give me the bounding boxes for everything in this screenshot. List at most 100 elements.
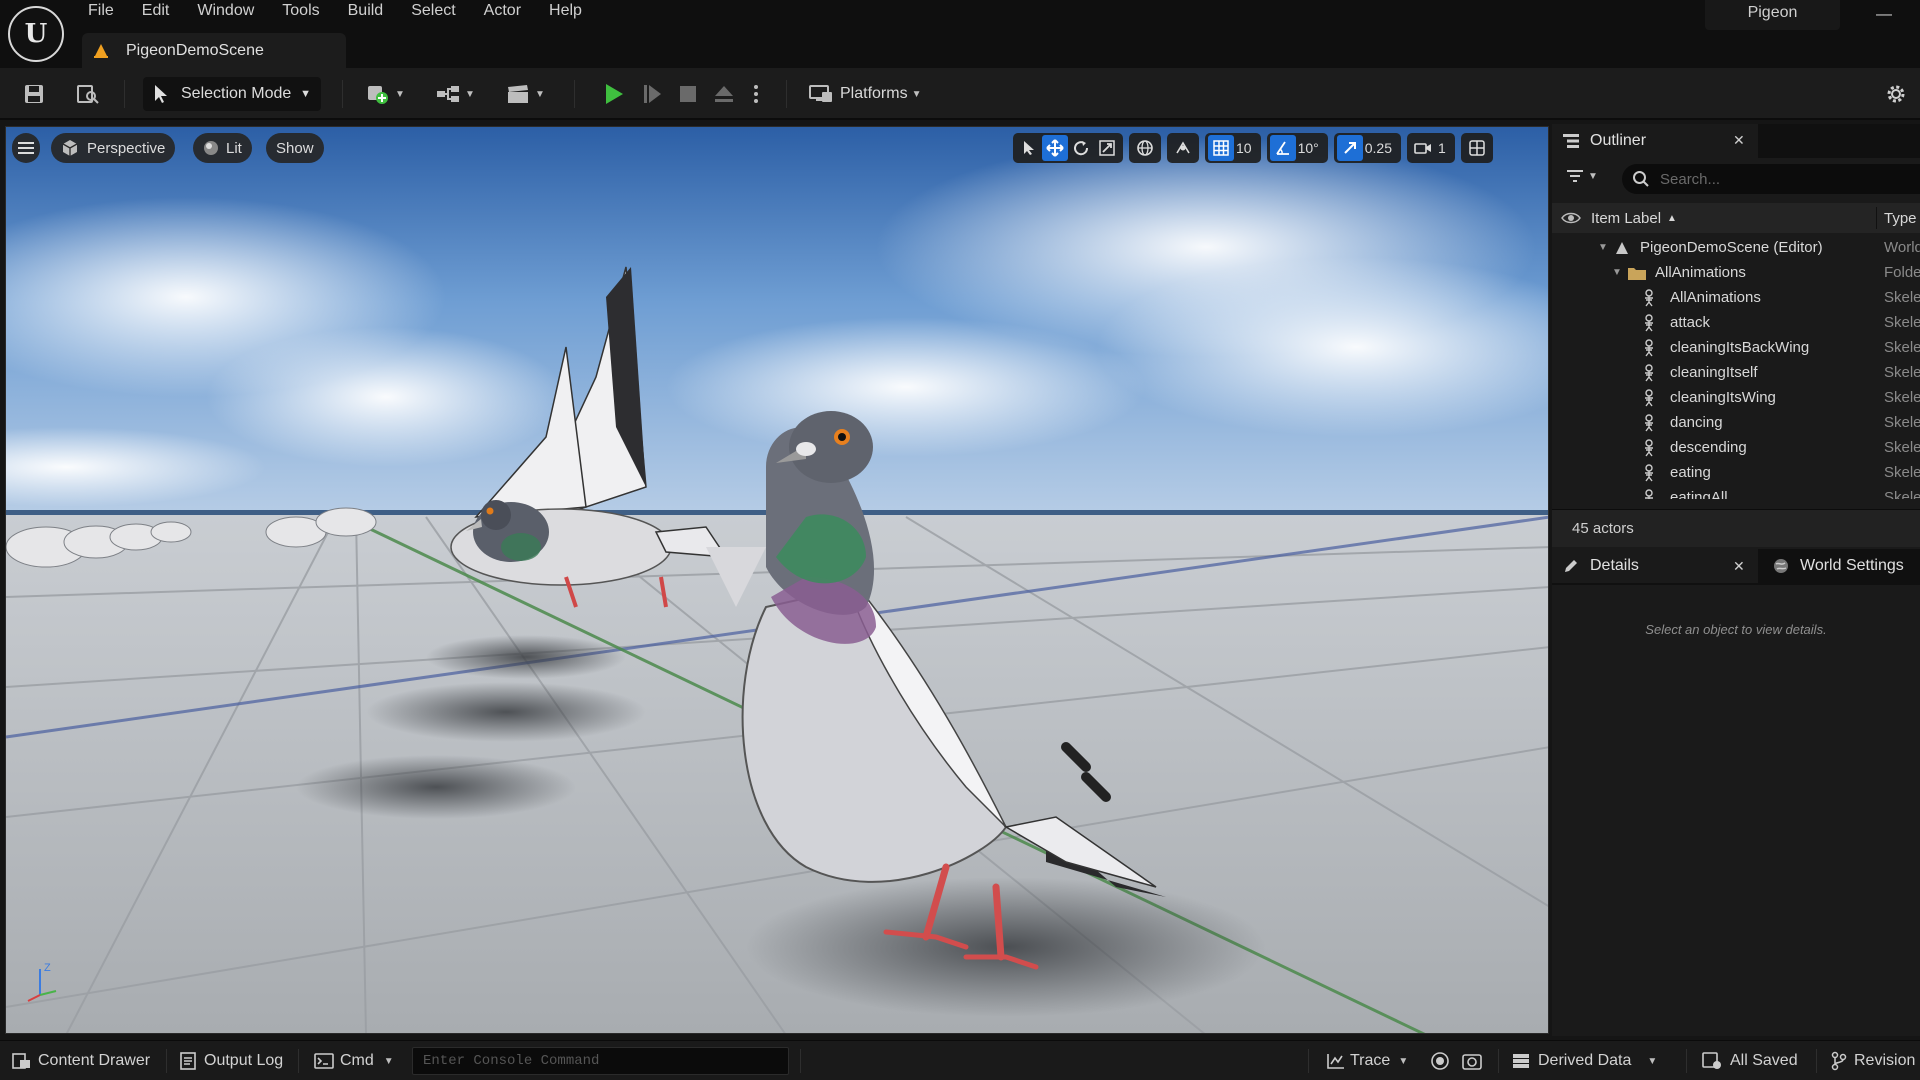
menu-tools[interactable]: Tools bbox=[268, 0, 333, 24]
close-details-icon[interactable]: ✕ bbox=[1733, 558, 1745, 575]
rotation-snap-value[interactable]: 10° bbox=[1296, 140, 1325, 156]
revision-control-button[interactable]: Revision bbox=[1830, 1041, 1915, 1080]
console-command-input[interactable] bbox=[423, 1053, 783, 1069]
output-log-button[interactable]: Output Log bbox=[180, 1041, 283, 1080]
expand-arrow-icon[interactable]: ▼ bbox=[1612, 267, 1622, 278]
blueprints-button[interactable]: ▼ bbox=[430, 76, 480, 112]
save-button[interactable] bbox=[18, 76, 50, 112]
menu-actor[interactable]: Actor bbox=[470, 0, 535, 24]
details-tab[interactable]: Details bbox=[1552, 549, 1758, 583]
chevron-down-icon: ▼ bbox=[465, 88, 475, 100]
menu-file[interactable]: File bbox=[74, 0, 128, 24]
viewport-layout-button[interactable] bbox=[1464, 135, 1490, 161]
surface-snapping-toggle[interactable] bbox=[1170, 135, 1196, 161]
grid-icon bbox=[1213, 140, 1229, 156]
menu-edit[interactable]: Edit bbox=[128, 0, 184, 24]
menu-build[interactable]: Build bbox=[334, 0, 398, 24]
trace-label: Trace bbox=[1350, 1052, 1391, 1069]
rotate-tool[interactable] bbox=[1068, 135, 1094, 161]
cmd-dropdown[interactable]: Cmd ▼ bbox=[314, 1041, 394, 1080]
menu-help[interactable]: Help bbox=[535, 0, 596, 24]
menu-window[interactable]: Window bbox=[183, 0, 268, 24]
unreal-logo-icon[interactable]: U bbox=[8, 6, 64, 62]
status-separator bbox=[800, 1049, 801, 1073]
view-mode-button[interactable]: Lit bbox=[193, 133, 252, 163]
tree-row-type: Skeletal bbox=[1884, 389, 1920, 406]
terminal-icon bbox=[314, 1053, 334, 1069]
tree-row-actor[interactable]: cleaningItsWing Skeletal bbox=[1552, 385, 1920, 410]
tree-row-level[interactable]: ▼ PigeonDemoScene (Editor) World bbox=[1552, 235, 1920, 260]
eject-button[interactable] bbox=[706, 76, 742, 112]
trace-dropdown[interactable]: Trace ▼ bbox=[1326, 1041, 1408, 1080]
trace-snapshot-button[interactable] bbox=[1462, 1041, 1482, 1080]
play-options-button[interactable] bbox=[744, 76, 768, 112]
tree-row-actor[interactable]: eatingAll Skeletal bbox=[1552, 485, 1920, 499]
settings-button[interactable] bbox=[1878, 76, 1914, 112]
close-outliner-icon[interactable]: ✕ bbox=[1733, 132, 1745, 149]
content-drawer-button[interactable]: Content Drawer bbox=[12, 1041, 150, 1080]
show-button[interactable]: Show bbox=[266, 133, 324, 163]
platforms-label: Platforms bbox=[840, 85, 908, 102]
outliner-icon bbox=[1563, 134, 1579, 148]
more-vertical-icon bbox=[754, 85, 758, 103]
axis-z-label: Z bbox=[44, 962, 51, 974]
outliner-search-input[interactable] bbox=[1660, 170, 1880, 188]
viewport-options-button[interactable] bbox=[12, 133, 40, 163]
cube-icon bbox=[62, 140, 78, 156]
world-settings-tab[interactable]: World Settings bbox=[1762, 549, 1920, 583]
tree-row-actor[interactable]: AllAnimations Skeletal bbox=[1552, 285, 1920, 310]
all-saved-button[interactable]: All Saved bbox=[1702, 1041, 1798, 1080]
platforms-dropdown[interactable]: Platforms ▼ bbox=[808, 77, 921, 111]
minimize-icon[interactable]: — bbox=[1872, 6, 1896, 23]
tree-row-actor[interactable]: descending Skeletal bbox=[1552, 435, 1920, 460]
add-actor-button[interactable]: ▼ bbox=[360, 76, 410, 112]
level-viewport[interactable]: Perspective Lit Show 10 10° 0.25 1 Z bbox=[5, 126, 1549, 1034]
selection-mode-label: Selection Mode bbox=[181, 85, 292, 102]
perspective-button[interactable]: Perspective bbox=[51, 133, 176, 163]
world-space-toggle[interactable] bbox=[1132, 135, 1158, 161]
tree-row-actor[interactable]: attack Skeletal bbox=[1552, 310, 1920, 335]
play-button[interactable] bbox=[594, 76, 634, 112]
tree-row-type: Skeletal bbox=[1884, 489, 1920, 499]
chevron-down-icon: ▼ bbox=[395, 88, 405, 100]
menu-select[interactable]: Select bbox=[397, 0, 469, 24]
console-command-box[interactable] bbox=[412, 1047, 789, 1075]
scale-tool[interactable] bbox=[1094, 135, 1120, 161]
derived-data-dropdown[interactable]: Derived Data ▼ bbox=[1512, 1041, 1657, 1080]
cinematics-button[interactable]: ▼ bbox=[500, 76, 550, 112]
browse-content-button[interactable] bbox=[72, 76, 104, 112]
outliner-tab[interactable]: Outliner bbox=[1552, 124, 1758, 158]
visibility-eye-icon[interactable] bbox=[1561, 211, 1581, 225]
rotation-snap-toggle[interactable] bbox=[1269, 135, 1296, 161]
outliner-search[interactable] bbox=[1622, 164, 1920, 194]
scale-snap-value[interactable]: 0.25 bbox=[1363, 140, 1398, 156]
column-divider[interactable] bbox=[1876, 207, 1877, 229]
item-label-column[interactable]: Item Label bbox=[1591, 210, 1661, 227]
coordinate-space-group bbox=[1129, 133, 1161, 163]
translate-tool[interactable] bbox=[1042, 135, 1068, 161]
tree-row-actor[interactable]: cleaningItsBackWing Skeletal bbox=[1552, 335, 1920, 360]
project-name: Pigeon bbox=[1705, 0, 1840, 30]
tree-row-actor[interactable]: eating Skeletal bbox=[1552, 460, 1920, 485]
scale-snap-toggle[interactable] bbox=[1336, 135, 1363, 161]
level-tab[interactable]: PigeonDemoScene bbox=[82, 33, 346, 68]
tree-row-type: Skeletal bbox=[1884, 289, 1920, 306]
selection-mode-dropdown[interactable]: Selection Mode ▼ bbox=[143, 77, 321, 111]
expand-arrow-icon[interactable]: ▼ bbox=[1598, 242, 1608, 253]
type-column[interactable]: Type bbox=[1884, 210, 1917, 227]
sort-ascending-icon[interactable]: ▲ bbox=[1667, 213, 1677, 224]
camera-speed-button[interactable] bbox=[1410, 135, 1436, 161]
grid-snap-value[interactable]: 10 bbox=[1234, 140, 1258, 156]
tree-row-actor[interactable]: dancing Skeletal bbox=[1552, 410, 1920, 435]
stop-button[interactable] bbox=[670, 76, 706, 112]
advance-frame-button[interactable] bbox=[634, 76, 670, 112]
select-tool[interactable] bbox=[1016, 135, 1042, 161]
camera-speed-value[interactable]: 1 bbox=[1436, 140, 1452, 156]
level-tab-label: PigeonDemoScene bbox=[126, 41, 264, 59]
scale-arrow-icon bbox=[1344, 142, 1356, 154]
filter-button[interactable]: ▼ bbox=[1566, 168, 1598, 184]
tree-row-folder[interactable]: ▼ AllAnimations Folder bbox=[1552, 260, 1920, 285]
grid-snap-toggle[interactable] bbox=[1208, 135, 1234, 161]
tree-row-actor[interactable]: cleaningItself Skeletal bbox=[1552, 360, 1920, 385]
trace-record-button[interactable] bbox=[1430, 1041, 1450, 1080]
